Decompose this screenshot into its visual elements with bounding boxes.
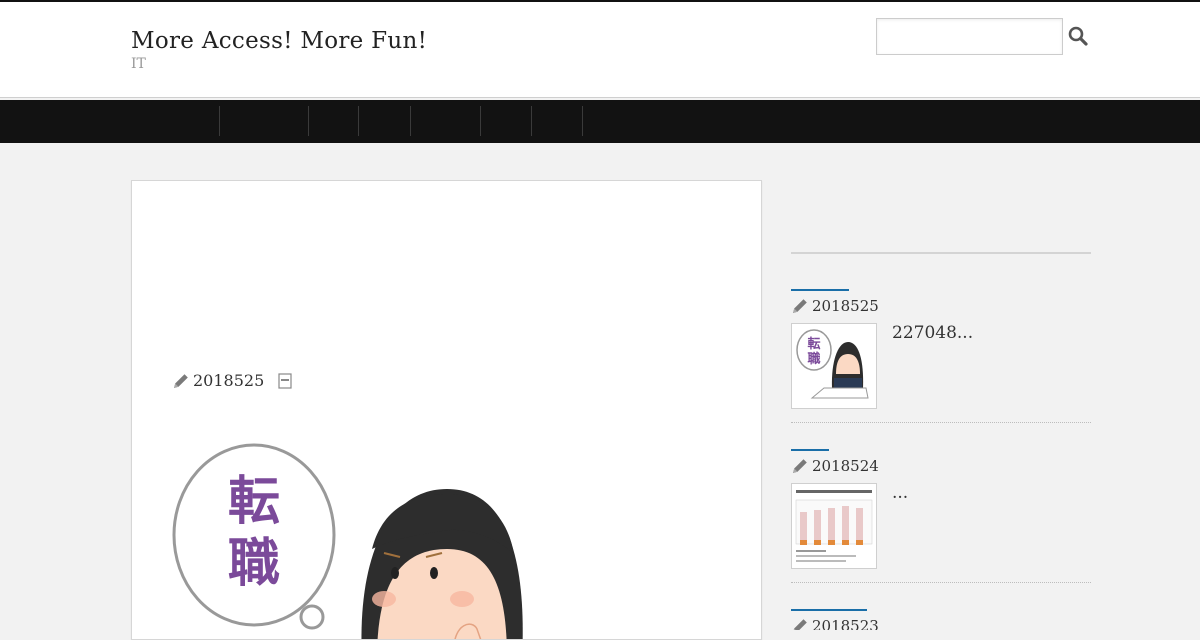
nav-item-2[interactable] <box>220 106 309 136</box>
sidebar-post-divider <box>791 422 1091 423</box>
main-post-card: 2018525 転 職 <box>131 180 762 640</box>
job-change-illustration: 転 職 <box>172 443 523 639</box>
search-button[interactable] <box>1066 25 1090 49</box>
sidebar-post-date: 2018524 <box>812 457 879 475</box>
sidebar-post-meta: 2018524 <box>791 457 1091 475</box>
illustration-kanji-1: 転 <box>228 472 280 532</box>
main-navigation <box>0 100 1200 143</box>
sidebar-post-excerpt[interactable]: ... <box>892 483 908 503</box>
pencil-icon <box>793 619 807 630</box>
search-icon <box>1068 26 1088 46</box>
post-date: 2018525 <box>193 371 265 390</box>
document-chart-thumbnail-icon <box>795 490 873 562</box>
sidebar-post-divider <box>791 582 1091 583</box>
post-accent-line <box>791 609 867 611</box>
site-title[interactable]: More Access! More Fun! <box>131 28 427 54</box>
job-change-thumbnail-icon: 転 職 <box>796 329 869 399</box>
search-input[interactable] <box>876 18 1063 55</box>
sidebar-post-date: 2018523 <box>812 617 879 630</box>
sidebar-post[interactable]: 2018523 <box>791 609 1091 630</box>
svg-text:職: 職 <box>807 351 820 367</box>
nav-item-6[interactable] <box>481 106 532 136</box>
sidebar-post-meta: 2018523 <box>791 617 1091 630</box>
sidebar-divider <box>791 252 1091 254</box>
document-icon[interactable] <box>278 372 292 389</box>
post-accent-line <box>791 449 829 451</box>
nav-item-4[interactable] <box>359 106 411 136</box>
site-description: IT <box>131 56 146 72</box>
illustration-kanji-2: 職 <box>228 534 280 594</box>
svg-text:転: 転 <box>807 336 820 352</box>
sidebar-post-thumbnail[interactable] <box>791 483 877 569</box>
pencil-icon <box>793 459 807 473</box>
nav-item-7[interactable] <box>532 106 583 136</box>
pencil-icon <box>793 299 807 313</box>
post-meta: 2018525 <box>172 371 292 390</box>
nav-item-home[interactable] <box>131 106 220 136</box>
sidebar-post[interactable]: 2018525 転 職 227048... <box>791 289 1091 429</box>
site-header: More Access! More Fun! IT <box>0 0 1200 98</box>
sidebar-post-thumbnail[interactable]: 転 職 <box>791 323 877 409</box>
nav-item-3[interactable] <box>309 106 359 136</box>
nav-item-5[interactable] <box>411 106 481 136</box>
sidebar-post[interactable]: 2018524 ... <box>791 449 1091 589</box>
sidebar-post-date: 2018525 <box>812 297 879 315</box>
sidebar-post-excerpt[interactable]: 227048... <box>892 323 973 343</box>
pencil-icon <box>174 373 188 388</box>
post-accent-line <box>791 289 849 291</box>
sidebar-post-meta: 2018525 <box>791 297 1091 315</box>
